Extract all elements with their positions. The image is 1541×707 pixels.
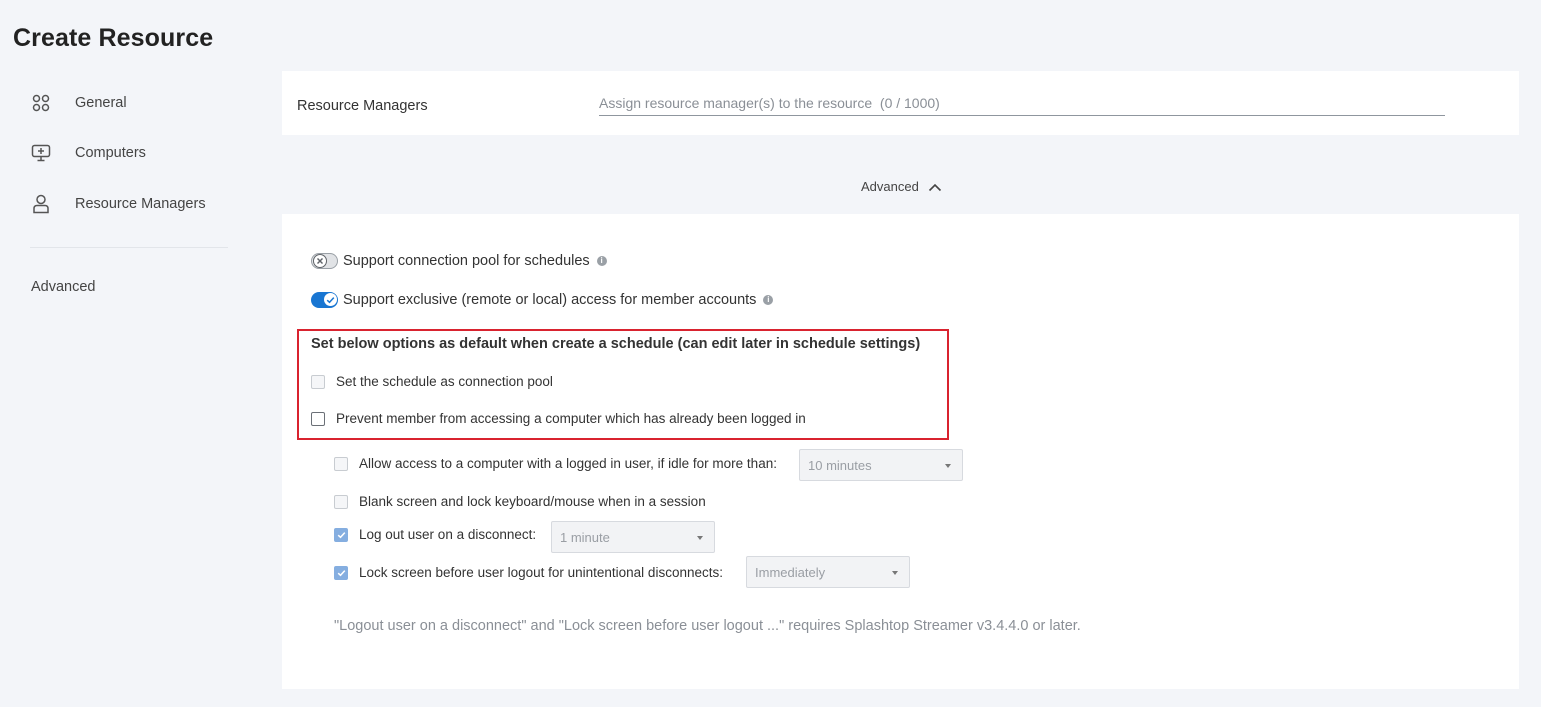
- blank-screen-label: Blank screen and lock keyboard/mouse whe…: [359, 494, 706, 509]
- connection-pool-switch-label: Support connection pool for schedules: [343, 253, 590, 269]
- allow-idle-access-checkbox[interactable]: [334, 456, 348, 471]
- exclusive-access-switch-label: Support exclusive (remote or local) acce…: [343, 292, 757, 308]
- advanced-toggle[interactable]: Advanced: [861, 179, 942, 194]
- connection-pool-switch[interactable]: [311, 253, 338, 269]
- logout-on-disconnect-label: Log out user on a disconnect:: [359, 527, 537, 542]
- sidebar-item-resource-managers[interactable]: Resource Managers: [31, 191, 206, 217]
- resource-managers-input[interactable]: [599, 91, 1445, 116]
- streamer-version-note: "Logout user on a disconnect" and "Lock …: [334, 618, 1081, 634]
- logout-delay-value: 1 minute: [560, 529, 610, 545]
- info-icon[interactable]: i: [596, 256, 607, 266]
- lock-screen-timing-value: Immediately: [755, 564, 826, 580]
- monitor-add-icon: [31, 143, 51, 163]
- caret-down-icon: [697, 536, 703, 540]
- schedule-defaults-title: Set below options as default when create…: [311, 336, 921, 352]
- caret-down-icon: [945, 464, 951, 468]
- logout-delay-select[interactable]: 1 minute: [551, 521, 715, 553]
- exclusive-access-switch-row: Support exclusive (remote or local) acce…: [311, 292, 774, 308]
- chevron-up-icon: [928, 183, 941, 191]
- check-icon: [324, 293, 337, 306]
- info-icon[interactable]: i: [763, 295, 774, 305]
- close-icon: [313, 254, 327, 268]
- advanced-card: Support connection pool for schedules i …: [282, 214, 1519, 689]
- sidebar-divider: [30, 247, 228, 248]
- advanced-toggle-label: Advanced: [861, 179, 919, 194]
- sidebar-item-label: General: [75, 95, 127, 111]
- lock-screen-checkbox[interactable]: [334, 565, 348, 580]
- connection-pool-switch-row: Support connection pool for schedules i: [311, 253, 607, 269]
- lock-screen-option: Lock screen before user logout for unint…: [334, 565, 723, 580]
- idle-time-select[interactable]: 10 minutes: [799, 449, 963, 481]
- idle-time-value: 10 minutes: [808, 457, 872, 473]
- sidebar-item-label: Resource Managers: [75, 196, 206, 212]
- lock-screen-timing-select[interactable]: Immediately: [746, 556, 910, 588]
- prevent-member-option: Prevent member from accessing a computer…: [311, 411, 806, 426]
- default-connection-pool-option: Set the schedule as connection pool: [311, 374, 553, 389]
- lock-screen-label: Lock screen before user logout for unint…: [359, 565, 723, 580]
- logout-on-disconnect-option: Log out user on a disconnect:: [334, 527, 536, 542]
- resource-managers-card: Resource Managers: [282, 71, 1519, 135]
- sidebar-item-computers[interactable]: Computers: [31, 140, 146, 166]
- sidebar-item-advanced[interactable]: Advanced: [31, 279, 96, 295]
- blank-screen-option: Blank screen and lock keyboard/mouse whe…: [334, 494, 706, 509]
- prevent-member-label: Prevent member from accessing a computer…: [336, 411, 806, 426]
- user-icon: [31, 194, 51, 214]
- caret-down-icon: [892, 571, 898, 575]
- logout-on-disconnect-checkbox[interactable]: [334, 527, 348, 542]
- blank-screen-checkbox[interactable]: [334, 494, 348, 509]
- default-connection-pool-checkbox[interactable]: [311, 374, 325, 389]
- sidebar-item-label: Computers: [75, 145, 146, 161]
- prevent-member-checkbox[interactable]: [311, 411, 325, 426]
- exclusive-access-switch[interactable]: [311, 292, 338, 308]
- grid-icon: [31, 93, 51, 113]
- sidebar-item-general[interactable]: General: [31, 90, 127, 116]
- default-connection-pool-label: Set the schedule as connection pool: [336, 374, 553, 389]
- sidebar: General Computers Resource Managers Adva…: [0, 0, 260, 707]
- resource-managers-label: Resource Managers: [297, 98, 428, 114]
- allow-idle-access-option: Allow access to a computer with a logged…: [334, 456, 777, 471]
- allow-idle-access-label: Allow access to a computer with a logged…: [359, 456, 777, 471]
